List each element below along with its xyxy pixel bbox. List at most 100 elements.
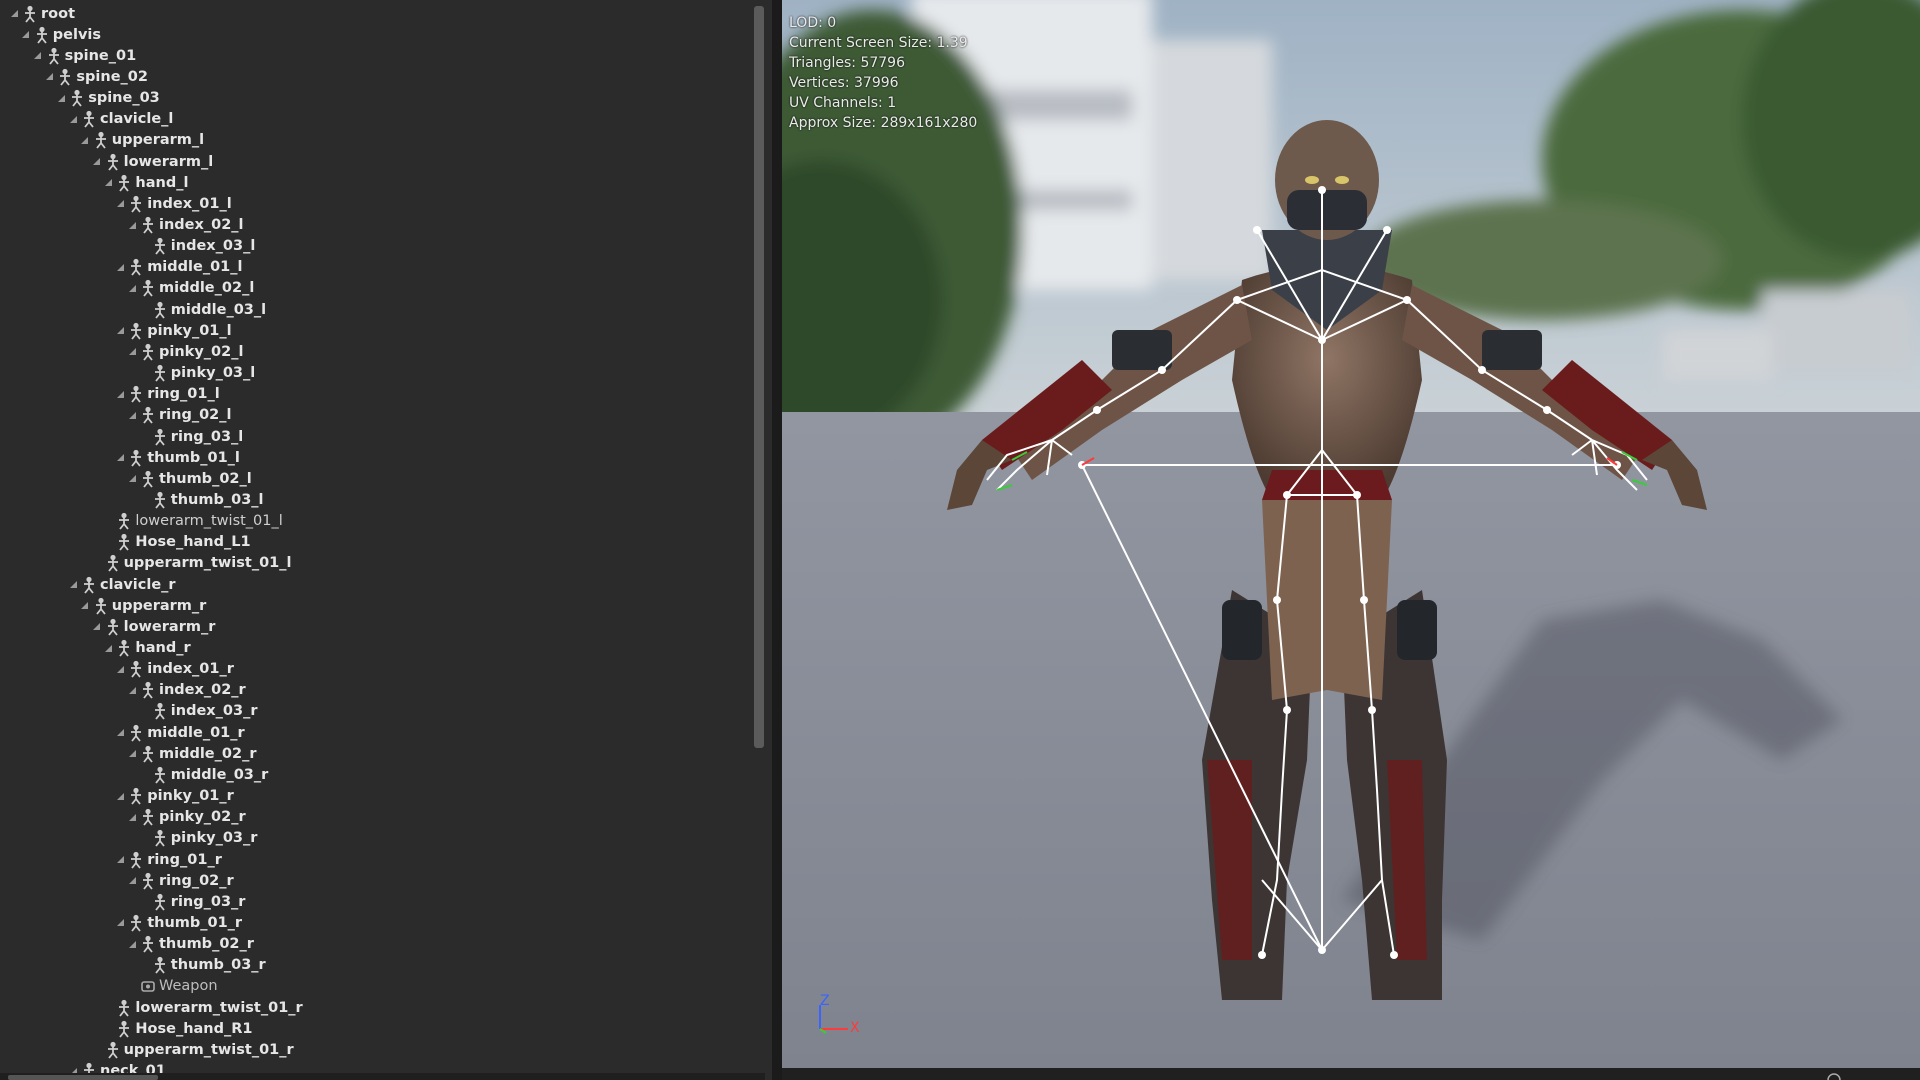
expand-arrow-icon[interactable] bbox=[126, 875, 138, 887]
expand-arrow-icon[interactable] bbox=[8, 8, 20, 20]
tree-row[interactable]: ring_03_l bbox=[0, 426, 755, 447]
tree-row[interactable]: lowerarm_twist_01_l bbox=[0, 511, 755, 532]
tree-vertical-scrollbar[interactable] bbox=[754, 6, 764, 748]
tree-row[interactable]: middle_02_l bbox=[0, 278, 755, 299]
tree-row[interactable]: index_01_r bbox=[0, 659, 755, 680]
tree-row[interactable]: pinky_01_r bbox=[0, 786, 755, 807]
expand-arrow-icon[interactable] bbox=[55, 92, 67, 104]
tree-row[interactable]: Hose_hand_L1 bbox=[0, 532, 755, 553]
tree-row[interactable]: index_02_l bbox=[0, 215, 755, 236]
expand-arrow-icon[interactable] bbox=[126, 346, 138, 358]
expand-arrow-icon[interactable] bbox=[126, 811, 138, 823]
tree-row[interactable]: root bbox=[0, 3, 755, 24]
tree-row[interactable]: thumb_01_r bbox=[0, 912, 755, 933]
expand-arrow-icon[interactable] bbox=[114, 261, 126, 273]
tree-row[interactable]: index_01_l bbox=[0, 193, 755, 214]
tree-row[interactable]: middle_01_r bbox=[0, 722, 755, 743]
tree-row[interactable]: lowerarm_twist_01_r bbox=[0, 997, 755, 1018]
expand-arrow-icon[interactable] bbox=[126, 282, 138, 294]
tree-row[interactable]: upperarm_r bbox=[0, 595, 755, 616]
bone-label: middle_01_l bbox=[147, 259, 243, 276]
tree-row[interactable]: hand_l bbox=[0, 172, 755, 193]
expand-arrow-icon[interactable] bbox=[126, 938, 138, 950]
bone-icon bbox=[107, 555, 118, 572]
expand-arrow-icon[interactable] bbox=[20, 29, 32, 41]
expand-arrow-icon[interactable] bbox=[79, 600, 91, 612]
tree-row[interactable]: index_03_l bbox=[0, 236, 755, 257]
expand-arrow-icon[interactable] bbox=[114, 663, 126, 675]
tree-row[interactable]: upperarm_twist_01_r bbox=[0, 1039, 755, 1060]
expand-arrow-icon[interactable] bbox=[114, 452, 126, 464]
tree-row[interactable]: upperarm_twist_01_l bbox=[0, 553, 755, 574]
tree-row[interactable]: thumb_03_r bbox=[0, 955, 755, 976]
tree-row[interactable]: Hose_hand_R1 bbox=[0, 1018, 755, 1039]
tree-row[interactable]: index_02_r bbox=[0, 680, 755, 701]
tree-row[interactable]: middle_03_r bbox=[0, 764, 755, 785]
expand-arrow-icon[interactable] bbox=[126, 748, 138, 760]
tree-row[interactable]: middle_01_l bbox=[0, 257, 755, 278]
tree-row[interactable]: ring_03_r bbox=[0, 891, 755, 912]
expand-arrow-icon[interactable] bbox=[79, 134, 91, 146]
tree-row[interactable]: middle_03_l bbox=[0, 299, 755, 320]
tree-row[interactable]: thumb_03_l bbox=[0, 489, 755, 510]
bone-label: ring_01_r bbox=[147, 851, 222, 868]
tree-row[interactable]: pinky_03_r bbox=[0, 828, 755, 849]
tree-row[interactable]: lowerarm_l bbox=[0, 151, 755, 172]
tree-row[interactable]: spine_03 bbox=[0, 88, 755, 109]
tree-row[interactable]: hand_r bbox=[0, 638, 755, 659]
bone-label: root bbox=[41, 5, 76, 22]
tree-row[interactable]: spine_02 bbox=[0, 66, 755, 87]
tree-row[interactable]: thumb_02_l bbox=[0, 468, 755, 489]
bone-label: thumb_03_l bbox=[170, 491, 264, 508]
expand-arrow-icon[interactable] bbox=[126, 684, 138, 696]
expand-arrow-icon[interactable] bbox=[102, 177, 114, 189]
expand-arrow-icon[interactable] bbox=[114, 790, 126, 802]
expand-arrow-icon[interactable] bbox=[114, 917, 126, 929]
tree-row[interactable]: index_03_r bbox=[0, 701, 755, 722]
tree-row[interactable]: thumb_02_r bbox=[0, 934, 755, 955]
expand-arrow-icon[interactable] bbox=[67, 113, 79, 125]
expand-arrow-icon[interactable] bbox=[126, 219, 138, 231]
tree-row[interactable]: Weapon bbox=[0, 976, 755, 997]
tree-row[interactable]: pelvis bbox=[0, 24, 755, 45]
stat-approx-size: Approx Size: 289x161x280 bbox=[789, 115, 978, 131]
tree-row[interactable]: spine_01 bbox=[0, 45, 755, 66]
tree-row[interactable]: middle_02_r bbox=[0, 743, 755, 764]
tree-row[interactable]: pinky_02_r bbox=[0, 807, 755, 828]
tree-row[interactable]: clavicle_r bbox=[0, 574, 755, 595]
tree-row[interactable]: ring_02_r bbox=[0, 870, 755, 891]
expand-arrow-icon[interactable] bbox=[91, 621, 103, 633]
expand-arrow-icon[interactable] bbox=[32, 50, 44, 62]
viewport-options-icon[interactable] bbox=[1826, 1072, 1842, 1080]
tree-row[interactable]: upperarm_l bbox=[0, 130, 755, 151]
tree-row[interactable]: pinky_02_l bbox=[0, 341, 755, 362]
expand-arrow-icon[interactable] bbox=[67, 579, 79, 591]
expand-arrow-icon[interactable] bbox=[126, 473, 138, 485]
expand-arrow-icon[interactable] bbox=[114, 727, 126, 739]
expand-arrow-icon[interactable] bbox=[114, 388, 126, 400]
tree-row[interactable]: ring_01_r bbox=[0, 849, 755, 870]
bone-label: lowerarm_r bbox=[123, 618, 216, 635]
3d-viewport[interactable] bbox=[782, 0, 1920, 1068]
expand-arrow-icon[interactable] bbox=[102, 642, 114, 654]
expand-arrow-icon[interactable] bbox=[114, 854, 126, 866]
tree-row[interactable]: ring_01_l bbox=[0, 384, 755, 405]
panel-splitter[interactable] bbox=[772, 0, 782, 1080]
tree-row[interactable]: ring_02_l bbox=[0, 405, 755, 426]
tree-row[interactable]: thumb_01_l bbox=[0, 447, 755, 468]
stat-uv-channels: UV Channels: 1 bbox=[789, 95, 897, 111]
bone-icon bbox=[119, 174, 130, 192]
expand-arrow-icon[interactable] bbox=[126, 409, 138, 421]
expand-arrow-icon[interactable] bbox=[43, 71, 55, 83]
tree-row[interactable]: clavicle_l bbox=[0, 109, 755, 130]
tree-row[interactable]: pinky_03_l bbox=[0, 363, 755, 384]
tree-horizontal-scrollbar[interactable] bbox=[8, 1075, 158, 1080]
expand-arrow-icon[interactable] bbox=[114, 325, 126, 337]
tree-row[interactable]: lowerarm_r bbox=[0, 616, 755, 637]
expand-arrow-icon[interactable] bbox=[91, 156, 103, 168]
tree-row[interactable]: pinky_01_l bbox=[0, 320, 755, 341]
expand-arrow-icon[interactable] bbox=[114, 198, 126, 210]
